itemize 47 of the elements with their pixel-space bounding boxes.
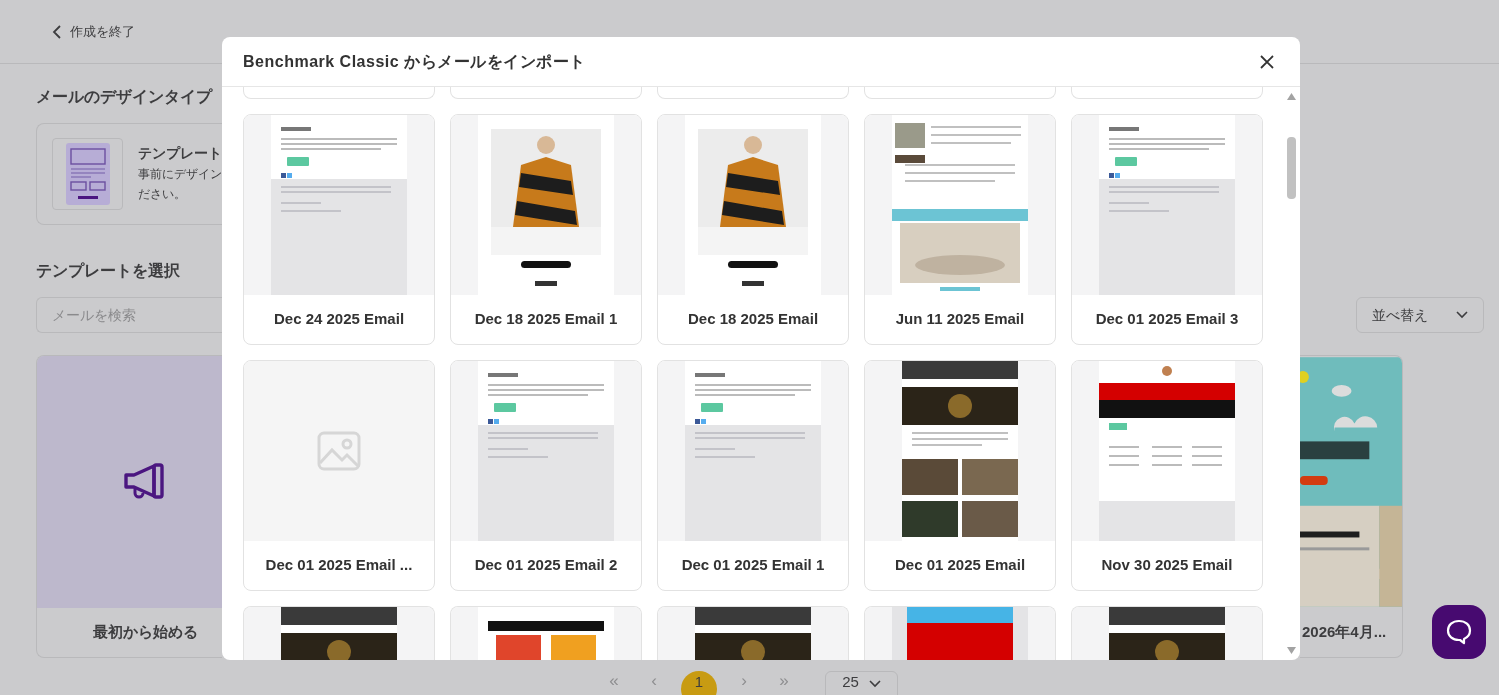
section-heading: メールのデザインタイプ xyxy=(36,87,214,107)
option-title: テンプレート xyxy=(138,145,222,163)
layout-icon xyxy=(65,143,110,205)
chat-bubble-icon xyxy=(1446,619,1472,645)
email-card[interactable]: Dec 24 2025 Email xyxy=(243,114,435,345)
page-size-dropdown[interactable]: 25 xyxy=(825,671,898,695)
email-card[interactable]: Dec 01 2025 Email 2 xyxy=(450,360,642,591)
back-link[interactable]: 作成を終了 xyxy=(52,21,135,42)
email-title: Dec 24 2025 Email xyxy=(272,309,406,330)
email-title: Dec 18 2025 Email 1 xyxy=(473,309,619,330)
email-card[interactable]: Dec 01 2025 Email 1 xyxy=(657,360,849,591)
option-card[interactable]: テンプレート 事前にデザイン ださい。 xyxy=(36,123,222,225)
card-title: 2026年4月... xyxy=(1302,622,1387,643)
template-card[interactable]: 最初から始める xyxy=(36,355,222,658)
search-field[interactable]: メールを検索 xyxy=(36,297,222,333)
email-title: Jun 11 2025 Email xyxy=(894,309,1026,330)
dialog-title: Benchmark Classic からメールをインポート xyxy=(243,51,586,72)
email-card[interactable]: Dec 01 2025 Email ... xyxy=(243,360,435,591)
page-button[interactable]: 1 xyxy=(681,671,717,695)
scroll-thumb[interactable] xyxy=(1287,137,1296,199)
template-card[interactable]: 2026年4月... xyxy=(1300,355,1403,658)
email-title: Nov 30 2025 Email xyxy=(1100,555,1234,576)
card-title: 最初から始める xyxy=(93,622,198,643)
email-card[interactable]: Dec 18 2025 Email 1 xyxy=(450,114,642,345)
megaphone-icon xyxy=(123,463,165,501)
chat-button[interactable] xyxy=(1432,605,1486,659)
email-card[interactable]: Dec 18 2025 Email xyxy=(657,114,849,345)
scroll-up-icon[interactable] xyxy=(1287,93,1296,100)
email-title: Dec 18 2025 Email xyxy=(686,309,820,330)
email-card[interactable]: Dec 01 2025 Email 3 xyxy=(1071,114,1263,345)
chevron-down-icon xyxy=(1456,311,1468,319)
chevron-down-icon xyxy=(868,680,881,688)
email-title: Dec 01 2025 Email ... xyxy=(264,555,414,576)
email-card[interactable]: Nov 30 2025 Email xyxy=(1071,360,1263,591)
close-button[interactable] xyxy=(1258,52,1276,71)
email-title: Dec 01 2025 Email 2 xyxy=(473,555,619,576)
email-card[interactable]: Jun 11 2025 Email xyxy=(864,114,1056,345)
section-heading: テンプレートを選択 xyxy=(36,261,181,281)
option-description: 事前にデザイン ださい。 xyxy=(138,166,222,203)
email-title: Dec 01 2025 Email xyxy=(893,555,1027,576)
email-card[interactable]: Dec 01 2025 Email xyxy=(864,360,1056,591)
email-title: Dec 01 2025 Email 1 xyxy=(680,555,826,576)
sort-dropdown[interactable]: 並べ替え xyxy=(1356,297,1484,333)
email-title: Dec 01 2025 Email 3 xyxy=(1094,309,1240,330)
scroll-down-icon[interactable] xyxy=(1287,647,1296,654)
image-placeholder-icon xyxy=(317,431,361,471)
chevron-left-icon xyxy=(52,24,62,39)
